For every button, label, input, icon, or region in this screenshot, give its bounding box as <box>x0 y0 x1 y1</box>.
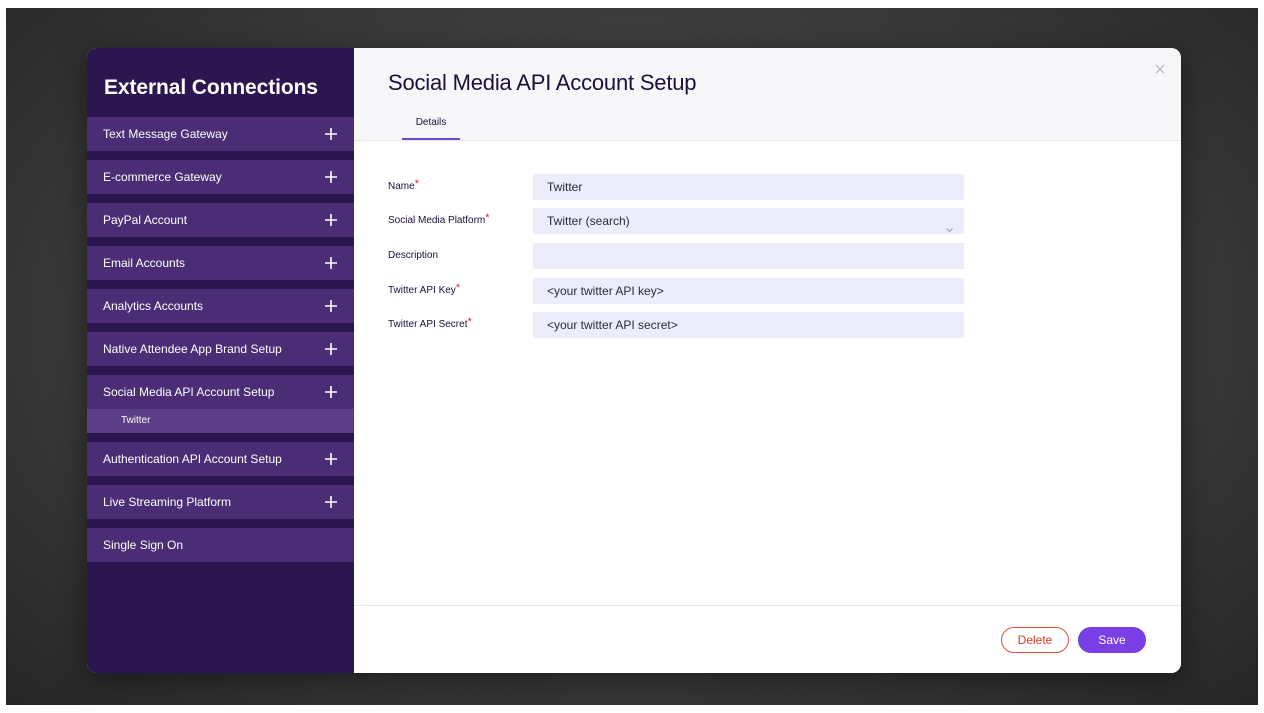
form-row-description: Description <box>354 243 1181 269</box>
sidebar-item-email-accounts[interactable]: Email Accounts <box>87 246 354 280</box>
save-button[interactable]: Save <box>1078 627 1146 653</box>
sidebar-item-paypal-account[interactable]: PayPal Account <box>87 203 354 237</box>
platform-label: Social Media Platform* <box>388 208 490 234</box>
main-panel: Social Media API Account Setup Details N… <box>354 48 1181 673</box>
sidebar-item-live-streaming[interactable]: Live Streaming Platform <box>87 485 354 519</box>
chevron-down-icon <box>945 217 954 233</box>
plus-icon[interactable] <box>323 203 339 237</box>
sidebar: External Connections Text Message Gatewa… <box>87 48 354 673</box>
form-row-name: Name* <box>354 174 1181 200</box>
sidebar-item-single-sign-on[interactable]: Single Sign On <box>87 528 354 562</box>
description-input[interactable] <box>533 243 964 269</box>
form-row-api-key: Twitter API Key* <box>354 278 1181 304</box>
api-secret-input[interactable] <box>533 312 964 338</box>
sidebar-item-label: Authentication API Account Setup <box>103 452 282 466</box>
sidebar-item-text-message-gateway[interactable]: Text Message Gateway <box>87 117 354 151</box>
active-tab-indicator <box>402 138 460 140</box>
plus-icon[interactable] <box>323 442 339 476</box>
platform-select[interactable]: Twitter (search) <box>533 208 964 234</box>
api-secret-label: Twitter API Secret* <box>388 312 472 338</box>
form-row-api-secret: Twitter API Secret* <box>354 312 1181 338</box>
api-key-input[interactable] <box>533 278 964 304</box>
name-label: Name* <box>388 174 419 200</box>
close-icon[interactable] <box>1153 62 1167 76</box>
sidebar-item-native-attendee-app[interactable]: Native Attendee App Brand Setup <box>87 332 354 366</box>
form-row-platform: Social Media Platform* Twitter (search) <box>354 208 1181 234</box>
sidebar-item-label: Native Attendee App Brand Setup <box>103 342 282 356</box>
platform-label-text: Social Media Platform <box>388 215 486 226</box>
sidebar-item-ecommerce-gateway[interactable]: E-commerce Gateway <box>87 160 354 194</box>
api-key-label-text: Twitter API Key <box>388 285 456 296</box>
description-label-text: Description <box>388 250 439 261</box>
sidebar-item-label: Live Streaming Platform <box>103 495 232 509</box>
required-marker: * <box>455 282 461 294</box>
api-secret-label-text: Twitter API Secret <box>388 319 468 330</box>
sidebar-subitem-label: Twitter <box>121 415 151 426</box>
plus-icon[interactable] <box>323 289 339 323</box>
sidebar-item-authentication-api[interactable]: Authentication API Account Setup <box>87 442 354 476</box>
sidebar-item-label: Social Media API Account Setup <box>103 385 275 399</box>
name-label-text: Name <box>388 181 415 192</box>
page-title: Social Media API Account Setup <box>388 70 697 95</box>
sidebar-item-label: Text Message Gateway <box>103 127 228 141</box>
sidebar-subitem-twitter[interactable]: Twitter <box>87 409 354 433</box>
modal-footer: Delete Save <box>354 605 1181 673</box>
delete-button[interactable]: Delete <box>1001 627 1069 653</box>
plus-icon[interactable] <box>323 485 339 519</box>
main-header: Social Media API Account Setup Details <box>354 48 1181 141</box>
tab-details[interactable]: Details <box>402 110 460 140</box>
sidebar-item-social-media-api[interactable]: Social Media API Account Setup <box>87 375 354 409</box>
name-input[interactable] <box>533 174 964 200</box>
tab-details-label: Details <box>415 117 447 128</box>
sidebar-item-label: Email Accounts <box>103 256 186 270</box>
platform-select-value: Twitter (search) <box>547 214 630 228</box>
description-label: Description <box>388 243 438 269</box>
plus-icon[interactable] <box>323 332 339 366</box>
external-connections-modal: External Connections Text Message Gatewa… <box>87 48 1181 673</box>
plus-icon[interactable] <box>323 375 339 409</box>
sidebar-item-label: E-commerce Gateway <box>103 170 222 184</box>
sidebar-item-label: PayPal Account <box>103 213 188 227</box>
required-marker: * <box>467 316 472 328</box>
required-marker: * <box>485 212 490 224</box>
sidebar-title: External Connections <box>104 76 318 99</box>
required-marker: * <box>414 178 419 190</box>
plus-icon[interactable] <box>323 160 339 194</box>
sidebar-item-label: Single Sign On <box>103 538 184 552</box>
api-key-label: Twitter API Key* <box>388 278 460 304</box>
plus-icon[interactable] <box>323 246 339 280</box>
sidebar-item-label: Analytics Accounts <box>103 299 204 313</box>
plus-icon[interactable] <box>323 117 339 151</box>
sidebar-item-analytics-accounts[interactable]: Analytics Accounts <box>87 289 354 323</box>
